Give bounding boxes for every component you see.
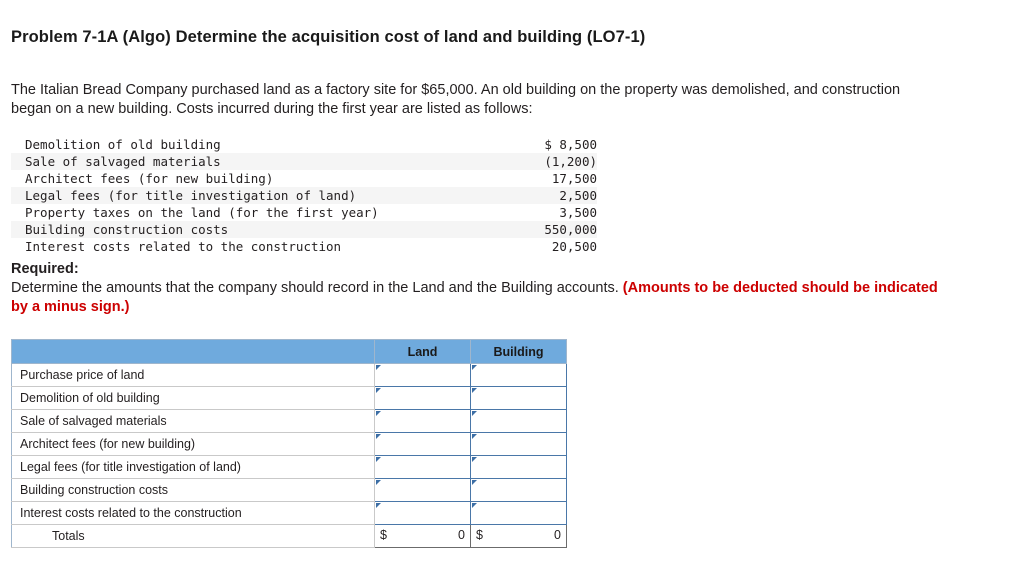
cost-label: Property taxes on the land (for the firs… [25,205,379,220]
table-row: Architect fees (for new building) 17,500 [11,170,597,187]
land-input-cell[interactable] [374,501,471,525]
table-row: Legal fees (for title investigation of l… [11,187,597,204]
table-row: Architect fees (for new building) [11,432,567,456]
totals-row: Totals $ 0 $ 0 [11,524,567,548]
land-input-cell[interactable] [374,478,471,502]
answer-row-label: Demolition of old building [11,386,375,410]
costs-table-body: Demolition of old building $ 8,500 Sale … [11,136,597,255]
building-input-cell[interactable] [470,363,567,387]
costs-table: Demolition of old building $ 8,500 Sale … [11,136,597,255]
answer-row-label: Architect fees (for new building) [11,432,375,456]
table-row: Demolition of old building $ 8,500 [11,136,597,153]
answer-row-label: Legal fees (for title investigation of l… [11,455,375,479]
cost-amount: 3,500 [559,205,597,220]
cost-amount: $ 8,500 [544,137,597,152]
cost-label: Demolition of old building [25,137,221,152]
totals-label: Totals [11,524,375,548]
table-row: Sale of salvaged materials [11,409,567,433]
cost-label: Legal fees (for title investigation of l… [25,188,357,203]
answer-header-row: Land Building [11,339,567,364]
building-input-cell[interactable] [470,386,567,410]
table-row: Building construction costs 550,000 [11,221,597,238]
answer-row-label: Building construction costs [11,478,375,502]
building-currency-symbol: $ [476,528,483,542]
table-row: Building construction costs [11,478,567,502]
answer-row-label: Interest costs related to the constructi… [11,501,375,525]
building-total-cell: $ 0 [470,524,567,548]
cost-label: Sale of salvaged materials [25,154,221,169]
required-section: Required: Determine the amounts that the… [11,260,951,317]
table-row: Purchase price of land [11,363,567,387]
land-input-cell[interactable] [374,432,471,456]
building-input-cell[interactable] [470,478,567,502]
table-row: Legal fees (for title investigation of l… [11,455,567,479]
land-total-cell: $ 0 [374,524,471,548]
land-input-cell[interactable] [374,409,471,433]
answer-row-label: Sale of salvaged materials [11,409,375,433]
land-total-value: 0 [458,528,465,542]
cost-label: Interest costs related to the constructi… [25,239,342,254]
answer-table-head: Land Building [11,339,567,364]
land-input-cell[interactable] [374,455,471,479]
answer-header-land: Land [374,339,471,364]
answer-row-label: Purchase price of land [11,363,375,387]
land-currency-symbol: $ [380,528,387,542]
required-label: Required: [11,261,79,277]
building-total-value: 0 [554,528,561,542]
answer-header-building: Building [470,339,567,364]
required-instructions: Determine the amounts that the company s… [11,279,951,317]
building-input-cell[interactable] [470,409,567,433]
cost-label: Building construction costs [25,222,229,237]
building-input-cell[interactable] [470,432,567,456]
problem-page: Problem 7-1A (Algo) Determine the acquis… [0,0,1012,573]
cost-label: Architect fees (for new building) [25,171,274,186]
land-input-cell[interactable] [374,363,471,387]
required-text: Determine the amounts that the company s… [11,280,623,296]
cost-amount: 2,500 [559,188,597,203]
answer-table[interactable]: Land Building Purchase price of land Dem… [11,339,567,548]
table-row: Interest costs related to the constructi… [11,501,567,525]
building-input-cell[interactable] [470,501,567,525]
land-input-cell[interactable] [374,386,471,410]
cost-amount: 550,000 [544,222,597,237]
answer-header-blank [11,339,375,364]
table-row: Interest costs related to the constructi… [11,238,597,255]
page-title: Problem 7-1A (Algo) Determine the acquis… [11,28,646,46]
cost-amount: 20,500 [551,239,597,254]
table-row: Sale of salvaged materials (1,200) [11,153,597,170]
cost-amount: (1,200) [544,154,597,169]
answer-table-body: Purchase price of land Demolition of old… [11,363,567,548]
table-row: Demolition of old building [11,386,567,410]
table-row: Property taxes on the land (for the firs… [11,204,597,221]
cost-amount: 17,500 [551,171,597,186]
problem-intro-text: The Italian Bread Company purchased land… [11,82,901,117]
building-input-cell[interactable] [470,455,567,479]
